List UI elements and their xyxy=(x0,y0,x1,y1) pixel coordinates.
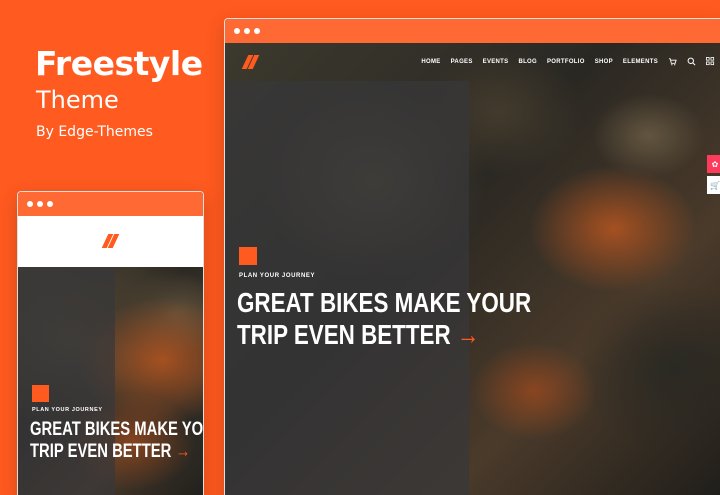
promo-byline: By Edge-Themes xyxy=(36,124,153,140)
search-icon[interactable] xyxy=(687,57,696,68)
window-titlebar xyxy=(225,19,720,43)
window-dot-icon xyxy=(27,201,33,207)
window-dot-icon xyxy=(234,28,240,34)
hero-kicker: PLAN YOUR JOURNEY xyxy=(239,273,316,279)
accent-square xyxy=(32,385,49,402)
arrow-right-icon[interactable]: → xyxy=(175,441,190,462)
promo-title: Freestyle xyxy=(35,44,203,83)
nav-item-portfolio[interactable]: PORTFOLIO xyxy=(547,59,585,65)
nav-item-pages[interactable]: PAGES xyxy=(451,59,473,65)
window-dot-icon xyxy=(37,201,43,207)
mobile-hero-headline-line1: GREAT BIKES MAKE YOUR xyxy=(30,419,204,440)
nav-item-elements[interactable]: ELEMENTS xyxy=(623,59,658,65)
settings-icon[interactable]: ✿ xyxy=(707,155,720,173)
side-tabs: ✿ 🛒 xyxy=(707,155,720,197)
freestyle-logo-icon[interactable] xyxy=(241,53,259,71)
window-dot-icon xyxy=(47,201,53,207)
cart-icon[interactable] xyxy=(668,57,677,68)
hero-headline: GREAT BIKES MAKE YOUR TRIP EVEN BETTER → xyxy=(237,287,531,351)
menu-icon[interactable] xyxy=(706,56,715,68)
hero-headline-line1: GREAT BIKES MAKE YOUR xyxy=(237,287,532,318)
freestyle-logo-icon[interactable] xyxy=(101,232,121,252)
accent-square xyxy=(239,247,257,265)
promo-subtitle: Theme xyxy=(36,86,119,114)
window-titlebar xyxy=(18,192,203,216)
mobile-hero-headline: GREAT BIKES MAKE YOUR TRIP EVEN BETTER → xyxy=(30,419,204,463)
desktop-preview-window: HOME PAGES EVENTS BLOG PORTFOLIO SHOP EL… xyxy=(224,18,720,495)
hero-headline-line2: TRIP EVEN BETTER xyxy=(237,319,451,350)
cart-icon[interactable]: 🛒 xyxy=(707,176,720,194)
nav-menu: HOME PAGES EVENTS BLOG PORTFOLIO SHOP EL… xyxy=(421,56,715,68)
mobile-preview-window: PLAN YOUR JOURNEY GREAT BIKES MAKE YOUR … xyxy=(17,191,204,495)
mobile-header xyxy=(18,216,203,267)
mobile-hero-kicker: PLAN YOUR JOURNEY xyxy=(32,407,103,413)
site-nav: HOME PAGES EVENTS BLOG PORTFOLIO SHOP EL… xyxy=(225,43,720,81)
window-dot-icon xyxy=(244,28,250,34)
nav-item-shop[interactable]: SHOP xyxy=(595,59,613,65)
nav-item-home[interactable]: HOME xyxy=(421,59,440,65)
window-dot-icon xyxy=(254,28,260,34)
arrow-right-icon[interactable]: → xyxy=(457,319,479,350)
nav-item-events[interactable]: EVENTS xyxy=(483,59,509,65)
nav-item-blog[interactable]: BLOG xyxy=(518,59,537,65)
mobile-hero-headline-line2: TRIP EVEN BETTER xyxy=(30,441,172,462)
